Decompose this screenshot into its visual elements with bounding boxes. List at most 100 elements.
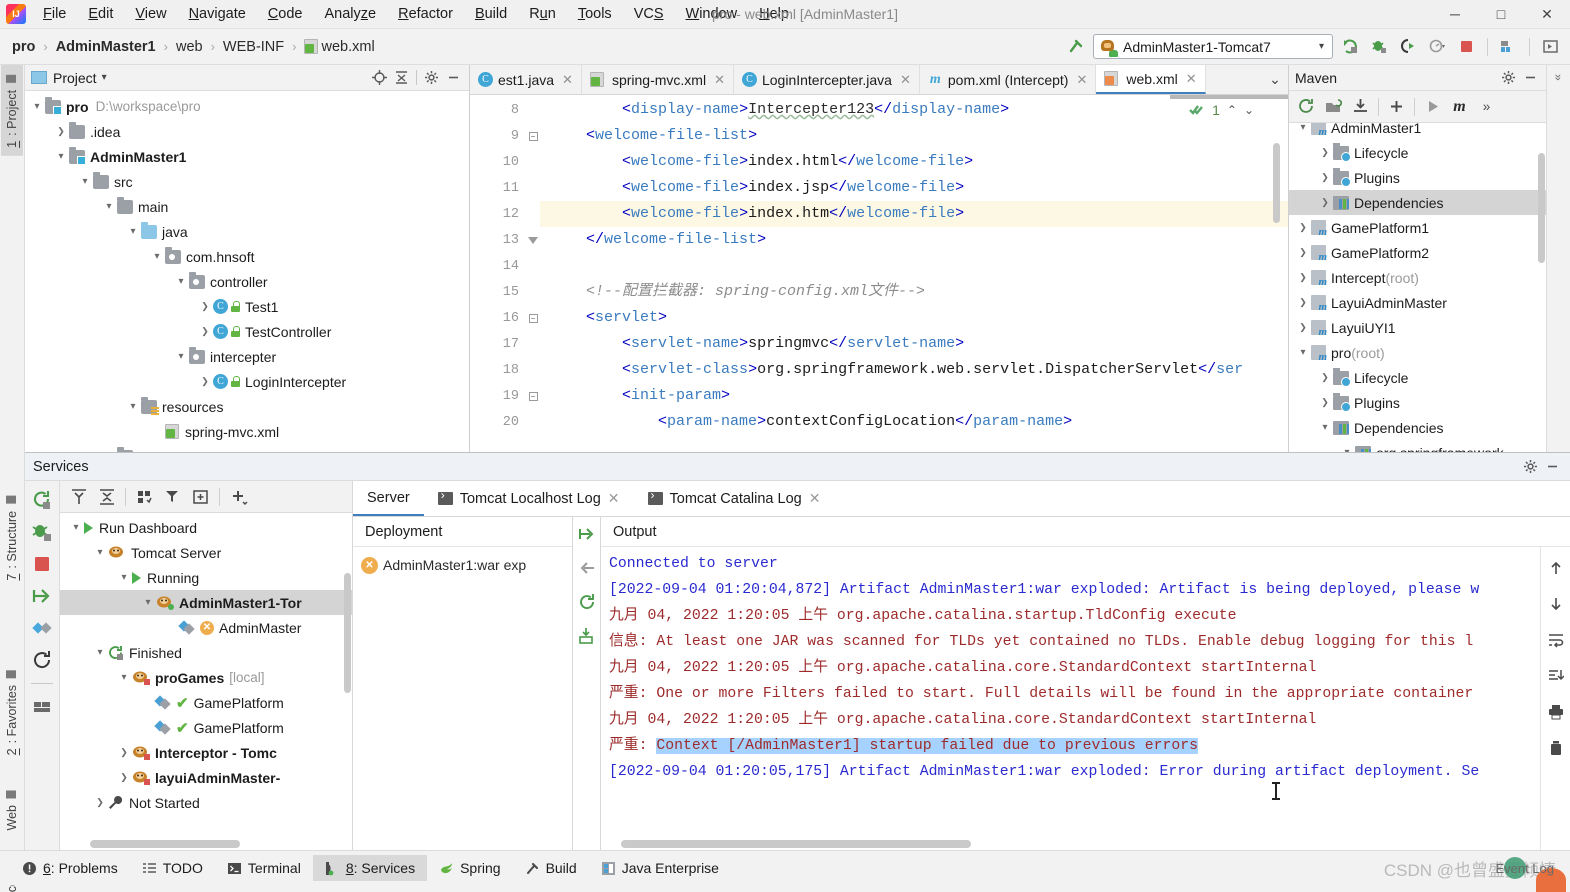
chevron-right-icon[interactable]: ❯	[92, 795, 108, 811]
maven-tree-row[interactable]: ❯LayuiAdminMaster	[1289, 290, 1546, 315]
services-tree-row[interactable]: ▾Finished	[60, 640, 352, 665]
tree-row[interactable]: ❯CTestController	[25, 319, 469, 344]
hide-panel-icon[interactable]	[1543, 457, 1562, 476]
menu-item-help[interactable]: Help	[748, 3, 800, 25]
chevron-down-icon[interactable]: ▾	[116, 670, 132, 686]
close-tab-icon[interactable]: ✕	[608, 490, 620, 507]
maven-scrollbar[interactable]	[1538, 153, 1545, 263]
debug-button[interactable]	[1368, 35, 1391, 58]
chevron-down-icon[interactable]: ▾	[92, 645, 108, 661]
close-tab-icon[interactable]: ✕	[562, 72, 573, 88]
right-strip-overflow-icon[interactable]: »	[1552, 74, 1566, 81]
services-tree-row[interactable]: ▾Run Dashboard	[60, 515, 352, 540]
close-tab-icon[interactable]: ✕	[1076, 72, 1087, 88]
status-bar-services[interactable]: 8: Services	[313, 855, 427, 881]
console-line[interactable]: 严重: One or more Filters failed to start.…	[601, 681, 1540, 707]
menu-item-refactor[interactable]: Refactor	[387, 3, 464, 25]
console-line[interactable]: [2022-09-04 01:20:04,872] Artifact Admin…	[601, 577, 1540, 603]
chevron-down-icon[interactable]: ▾	[1319, 41, 1324, 52]
chevron-right-icon[interactable]: ❯	[116, 745, 132, 761]
group-by-icon[interactable]	[132, 484, 157, 509]
download-sources-icon[interactable]	[1348, 94, 1373, 119]
tool-window-tab-favorites[interactable]: 2: Favorites	[1, 660, 23, 763]
tree-row[interactable]: ▾proD:\workspace\pro	[25, 94, 469, 119]
scroll-to-end-icon[interactable]	[1545, 665, 1567, 687]
deploy-arrow-icon[interactable]	[576, 523, 598, 545]
services-tree-row[interactable]: ❯layuiAdminMaster-	[60, 765, 352, 790]
search-everywhere-icon[interactable]	[1539, 35, 1562, 58]
chevron-down-icon[interactable]: ▾	[29, 99, 45, 115]
maven-tree-row[interactable]: ▾pro (root)	[1289, 340, 1546, 365]
fold-marker[interactable]	[526, 331, 540, 357]
code-line[interactable]: <servlet-class>org.springframework.web.s…	[540, 357, 1288, 383]
breadcrumb[interactable]: pro›AdminMaster1›web›WEB-INF›web.xml	[10, 39, 377, 55]
window-controls[interactable]: ─ □ ✕	[1432, 0, 1570, 28]
add-tab-icon[interactable]	[188, 484, 213, 509]
tree-row[interactable]: ▾java	[25, 219, 469, 244]
print-icon[interactable]	[1545, 701, 1567, 723]
tool-window-tab-structure[interactable]: 7: Structure	[1, 486, 23, 589]
close-tab-icon[interactable]: ✕	[714, 72, 725, 88]
up-arrow-icon[interactable]	[1545, 557, 1567, 579]
maven-tree-row[interactable]: ❯Plugins	[1289, 165, 1546, 190]
breadcrumb-item-0[interactable]: pro	[10, 39, 37, 55]
gear-icon[interactable]	[422, 68, 441, 87]
fold-marker[interactable]	[526, 279, 540, 305]
rerun-icon[interactable]	[29, 487, 55, 513]
maven-tree-row[interactable]: ❯GamePlatform1	[1289, 215, 1546, 240]
chevron-down-icon[interactable]: ▾	[1317, 420, 1333, 436]
code-line[interactable]: <!--配置拦截器: spring-config.xml文件-->	[540, 279, 1288, 305]
breadcrumb-item-3[interactable]: WEB-INF	[221, 39, 286, 55]
status-bar-build[interactable]: Build	[513, 855, 589, 881]
chevron-down-icon[interactable]: ▾	[77, 174, 93, 190]
code-line[interactable]: <servlet>	[540, 305, 1288, 331]
code-line[interactable]: <init-param>	[540, 383, 1288, 409]
tree-row[interactable]: ❯CLoginIntercepter	[25, 369, 469, 394]
soft-wrap-icon[interactable]	[1545, 629, 1567, 651]
maximize-button[interactable]: □	[1478, 0, 1524, 29]
status-bar-javaenterprise[interactable]: Java Enterprise	[589, 855, 731, 881]
services-tree-row[interactable]: ✔GamePlatform	[60, 715, 352, 740]
status-bar-problems[interactable]: 6: Problems	[10, 855, 130, 881]
editor-top-scroll-indicator[interactable]	[1170, 95, 1288, 99]
chevron-down-icon[interactable]: ▾	[101, 199, 117, 215]
chevron-down-icon[interactable]: ▾	[1295, 345, 1311, 361]
tree-row[interactable]: ▾com.hnsoft	[25, 244, 469, 269]
console-horizontal-scrollbar[interactable]	[621, 840, 971, 848]
console-line[interactable]: [2022-09-04 01:20:05,175] Artifact Admin…	[601, 759, 1540, 785]
expand-all-icon[interactable]	[66, 484, 91, 509]
filter-diamond-icon[interactable]	[29, 615, 55, 641]
redeploy-icon[interactable]	[576, 591, 598, 613]
code-line[interactable]: <welcome-file>index.html</welcome-file>	[540, 149, 1288, 175]
menu-item-tools[interactable]: Tools	[567, 3, 623, 25]
fold-marker[interactable]: −	[526, 123, 540, 149]
services-tab-tomcatcatalinalog[interactable]: Tomcat Catalina Log✕	[634, 481, 835, 516]
chevron-right-icon[interactable]: ❯	[1295, 245, 1311, 261]
add-service-icon[interactable]	[226, 484, 251, 509]
breadcrumb-item-1[interactable]: AdminMaster1	[54, 39, 158, 55]
menu-item-analyze[interactable]: Analyze	[314, 3, 388, 25]
chevron-down-icon[interactable]: ▾	[125, 224, 141, 240]
menu-item-run[interactable]: Run	[518, 3, 567, 25]
stop-icon[interactable]	[29, 551, 55, 577]
menu-item-window[interactable]: Window	[675, 3, 749, 25]
editor-tab-loginintercepterjava[interactable]: CLoginIntercepter.java✕	[734, 65, 920, 94]
chevron-right-icon[interactable]: ❯	[197, 299, 213, 315]
locate-file-icon[interactable]	[370, 68, 389, 87]
chevron-down-icon[interactable]: ▾	[125, 399, 141, 415]
services-tree-row[interactable]: ❯Interceptor - Tomc	[60, 740, 352, 765]
code-line[interactable]	[540, 253, 1288, 279]
chevron-right-icon[interactable]: ❯	[1317, 395, 1333, 411]
profiler-button[interactable]	[1426, 35, 1449, 58]
maven-tree-row[interactable]: ❯Intercept (root)	[1289, 265, 1546, 290]
run-button[interactable]	[1339, 35, 1362, 58]
services-tree-scrollbar[interactable]	[344, 573, 351, 693]
gear-icon[interactable]	[1521, 457, 1540, 476]
status-bar-items[interactable]: 6: ProblemsTODOTerminal8: ServicesSpring…	[10, 855, 731, 881]
chevron-down-icon[interactable]: ▾	[53, 149, 69, 165]
fold-marker[interactable]	[526, 97, 540, 123]
services-tab-bar[interactable]: ServerTomcat Localhost Log✕Tomcat Catali…	[353, 481, 1570, 517]
code-line[interactable]: </welcome-file-list>	[540, 227, 1288, 253]
menu-item-view[interactable]: View	[124, 3, 177, 25]
undeploy-arrow-icon[interactable]	[576, 557, 598, 579]
